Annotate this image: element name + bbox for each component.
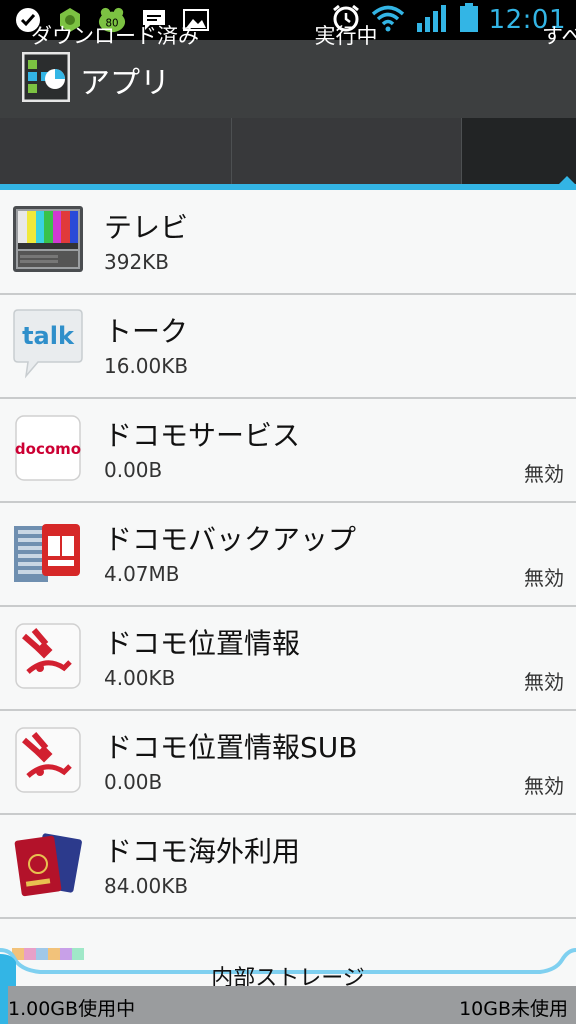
tab-divider [461,118,462,188]
app-name: ドコモ海外利用 [104,835,301,868]
storage-used-fill [0,986,8,1024]
tab-label: ダウンロード済み [31,24,199,48]
app-name: ドコモバックアップ [104,523,357,556]
app-status: 無効 [524,566,564,590]
storage-bar: 1.00GB使用中 10GB未使用 [0,986,576,1024]
app-size: 0.00B [104,458,163,482]
list-item[interactable]: docomo ドコモサービス 0.00B 無効 [0,398,576,503]
list-item[interactable]: ドコモ海外利用 84.00KB [0,814,576,919]
talk-icon: talk [12,308,84,380]
passport-icon [12,828,84,900]
tab-label: 実行中 [314,24,378,48]
tab-downloaded[interactable]: ダウンロード済み [0,0,230,70]
tab-all[interactable]: すべ [462,0,576,70]
app-name: ドコモ位置情報 [104,627,301,660]
storage-used-label: 1.00GB使用中 [8,998,136,1020]
tab-running[interactable]: 実行中 [232,0,460,70]
app-size: 4.00KB [104,666,176,690]
app-size: 16.00KB [104,354,189,378]
tab-label: すべ [542,24,576,48]
list-item[interactable]: ドコモバックアップ 4.07MB 無効 [0,502,576,607]
list-item[interactable]: ドコモ位置情報 4.00KB 無効 [0,606,576,711]
tab-selected-notch [558,176,576,185]
app-size: 84.00KB [104,874,189,898]
app-size: 4.07MB [104,562,180,586]
app-size: 0.00B [104,770,163,794]
storage-free-label: 10GB未使用 [459,998,568,1020]
app-list: テレビ 392KB talk トーク 16.00KB docomo ドコモサービ… [0,190,576,960]
app-name: テレビ [104,211,189,244]
backup-icon [12,516,84,588]
tab-divider [231,118,232,188]
docomo-icon: docomo [12,412,84,484]
app-status: 無効 [524,774,564,798]
location-icon [12,620,84,692]
docomo-icon-text: docomo [15,440,81,458]
app-name: ドコモサービス [104,419,301,452]
app-size: 392KB [104,250,170,274]
app-name: トーク [104,315,189,348]
location-sub-icon [12,724,84,796]
app-status: 無効 [524,462,564,486]
list-item[interactable]: テレビ 392KB [0,190,576,295]
list-item[interactable]: talk トーク 16.00KB [0,294,576,399]
storage-panel: 内部ストレージ 1.00GB使用中 10GB未使用 [0,948,576,1024]
app-status: 無効 [524,670,564,694]
list-item[interactable]: ドコモ位置情報SUB 0.00B 無効 [0,710,576,815]
tv-icon [12,204,84,276]
app-name: ドコモ位置情報SUB [104,731,358,764]
talk-icon-text: talk [22,322,75,350]
